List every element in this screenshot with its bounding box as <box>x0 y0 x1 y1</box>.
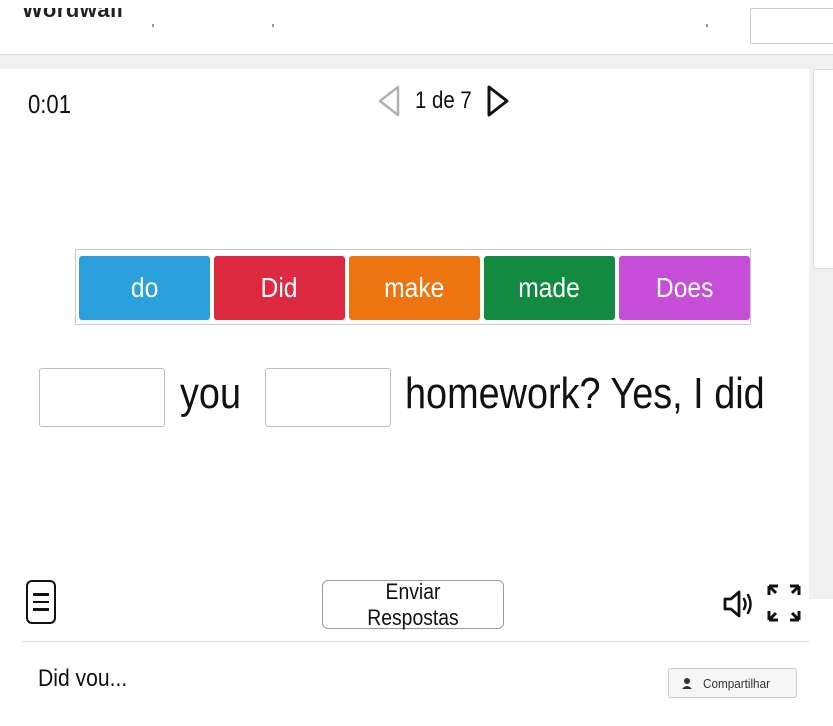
side-scrollbar[interactable] <box>813 69 833 269</box>
word-bank: do Did make made Does <box>75 249 751 325</box>
word-tile-made[interactable]: made <box>484 256 615 320</box>
site-logo[interactable]: Wordwall <box>22 8 123 30</box>
page-counter: 1 de 7 <box>415 87 472 114</box>
chevron-left-icon <box>378 85 400 117</box>
sentence-word-you: you <box>180 369 242 418</box>
game-area: 0:01 1 de 7 do Did make made Does you ho… <box>22 69 809 641</box>
gray-band <box>0 55 833 69</box>
submit-answers-button[interactable]: Enviar Respostas <box>322 579 504 630</box>
menu-icon-line <box>33 600 49 604</box>
next-page-button[interactable] <box>483 83 513 119</box>
share-button[interactable]: Compartilhar <box>668 668 797 698</box>
fullscreen-icon[interactable] <box>766 583 802 623</box>
top-right-control[interactable] <box>750 8 833 44</box>
menu-button[interactable] <box>26 580 56 624</box>
nav-divider <box>272 24 274 27</box>
footer-divider <box>22 641 809 642</box>
side-strip <box>809 69 833 599</box>
word-tile-does[interactable]: Does <box>619 256 750 320</box>
top-bar: Wordwall <box>0 0 833 55</box>
activity-title: Did you... <box>38 665 128 686</box>
speaker-icon[interactable] <box>722 587 756 621</box>
sentence-word-rest: homework? Yes, I did <box>405 369 765 418</box>
previous-page-button[interactable] <box>374 83 404 119</box>
share-label: Compartilhar <box>703 675 770 691</box>
answer-blank-1[interactable] <box>39 368 165 427</box>
share-icon <box>682 678 692 689</box>
chevron-right-icon <box>487 85 509 117</box>
nav-divider <box>152 24 154 27</box>
word-tile-make[interactable]: make <box>349 256 480 320</box>
page-navigator: 1 de 7 <box>374 83 513 119</box>
timer: 0:01 <box>28 89 72 119</box>
answer-blank-2[interactable] <box>265 368 391 427</box>
word-tile-do[interactable]: do <box>79 256 210 320</box>
word-tile-did[interactable]: Did <box>214 256 345 320</box>
menu-icon-line <box>33 608 49 611</box>
menu-icon <box>33 593 49 596</box>
nav-divider <box>706 24 708 27</box>
